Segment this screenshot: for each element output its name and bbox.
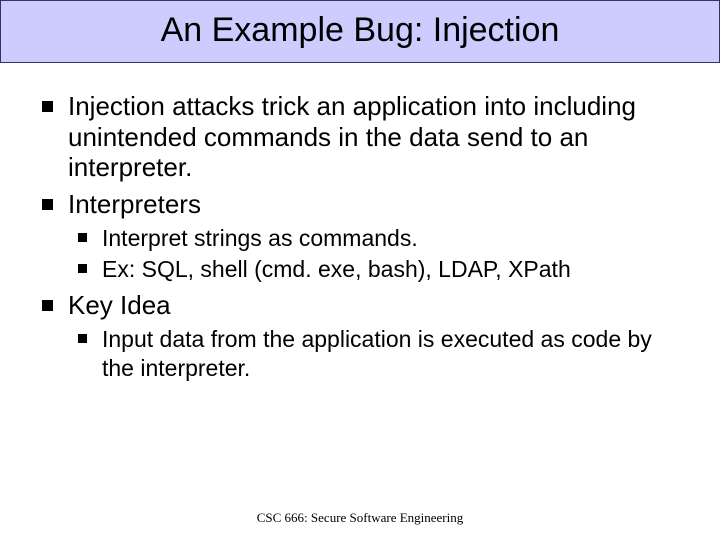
sub-bullet-item: Ex: SQL, shell (cmd. exe, bash), LDAP, X… bbox=[74, 255, 684, 284]
bullet-list: Injection attacks trick an application i… bbox=[36, 91, 684, 382]
slide-footer: CSC 666: Secure Software Engineering bbox=[0, 510, 720, 526]
slide-title-bar: An Example Bug: Injection bbox=[0, 0, 720, 63]
sub-bullet-list: Input data from the application is execu… bbox=[74, 325, 684, 383]
bullet-item: Injection attacks trick an application i… bbox=[36, 91, 684, 183]
bullet-text: Interpreters bbox=[68, 189, 201, 219]
sub-bullet-list: Interpret strings as commands. Ex: SQL, … bbox=[74, 224, 684, 285]
sub-bullet-item: Input data from the application is execu… bbox=[74, 325, 684, 383]
slide-body: Injection attacks trick an application i… bbox=[0, 63, 720, 382]
bullet-item: Key Idea Input data from the application… bbox=[36, 290, 684, 382]
bullet-text: Key Idea bbox=[68, 290, 171, 320]
slide-title: An Example Bug: Injection bbox=[1, 11, 719, 50]
bullet-item: Interpreters Interpret strings as comman… bbox=[36, 189, 684, 284]
sub-bullet-item: Interpret strings as commands. bbox=[74, 224, 684, 253]
